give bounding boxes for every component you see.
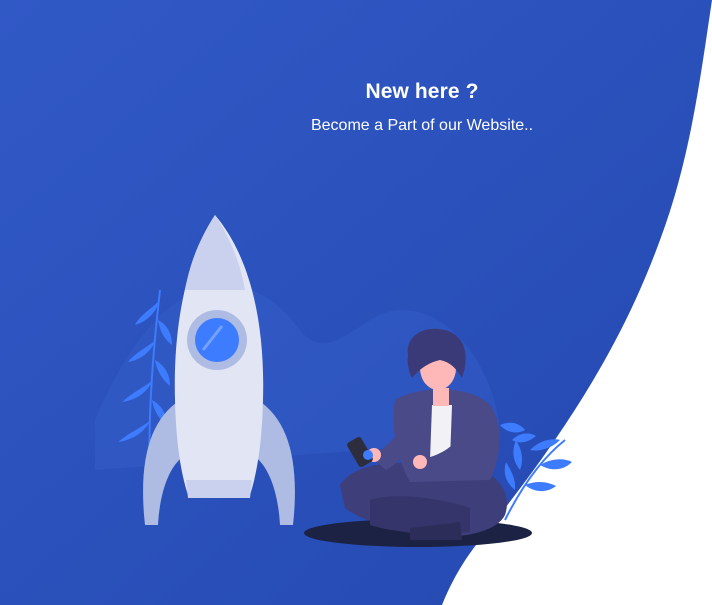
leaf-icon bbox=[500, 422, 572, 521]
rocket-illustration bbox=[118, 215, 572, 547]
rocket-icon bbox=[143, 215, 295, 525]
signup-panel-stage: New here ? Become a Part of our Website.… bbox=[0, 0, 712, 605]
person-with-phone-icon bbox=[304, 328, 532, 547]
